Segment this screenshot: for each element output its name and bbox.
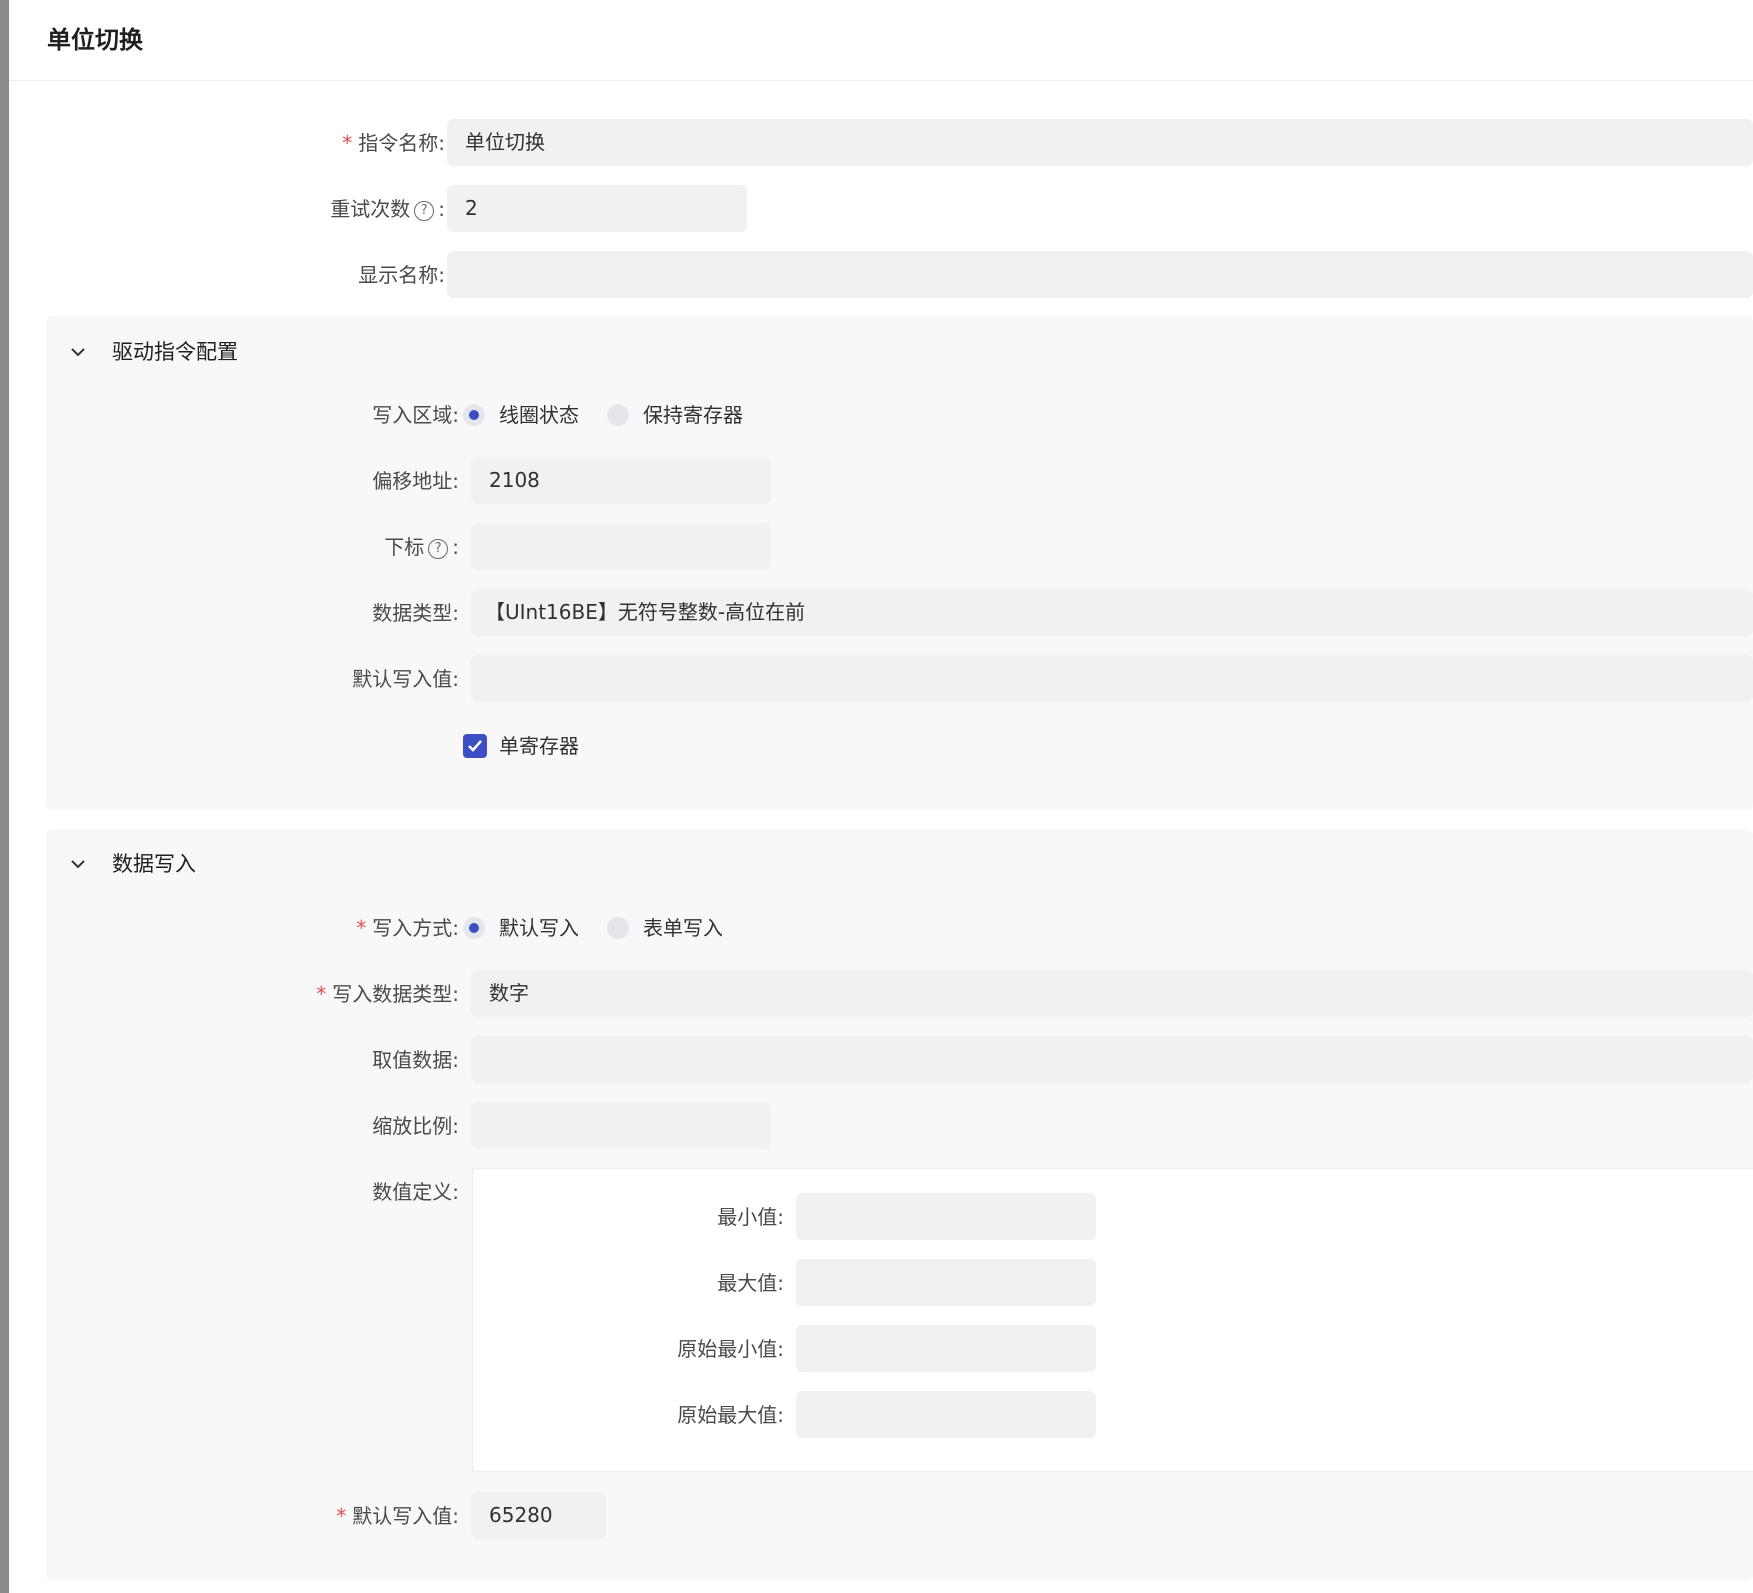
radio-unchecked-icon (607, 404, 629, 426)
scale-input[interactable] (471, 1102, 771, 1149)
radio-unchecked-icon (607, 917, 629, 939)
value-data-input[interactable] (471, 1036, 1753, 1083)
required-mark: * (336, 1504, 347, 1528)
single-register-label[interactable]: 单寄存器 (499, 722, 579, 770)
write-area-radio-group: 线圈状态 保持寄存器 (463, 391, 863, 439)
retry-count-label-text: 重试次数 (330, 197, 411, 221)
dialog: 单位切换 * 指令名称: 单位切换 重试次数?: 2 显示名称: 驱动指令配置 写… (9, 0, 1753, 1593)
instruction-name-label-text: 指令名称: (358, 131, 445, 155)
default-write-value-input-2[interactable]: 65280 (471, 1492, 606, 1539)
radio-checked-icon (463, 404, 485, 426)
write-mode-label-text: 写入方式: (372, 916, 459, 940)
radio-form-write-label: 表单写入 (643, 916, 723, 940)
default-write-value-label-2: * 默认写入值: (209, 1492, 459, 1540)
chevron-down-icon (71, 348, 85, 357)
overlay-edge (0, 0, 9, 1593)
min-value-label: 最小值: (717, 1205, 784, 1229)
default-write-value-input[interactable] (471, 655, 1753, 702)
question-circle-icon[interactable]: ? (414, 201, 435, 221)
default-write-value-label-text: 默认写入值: (352, 1504, 459, 1528)
data-type-select[interactable]: 【UInt16BE】无符号整数-高位在前 (471, 589, 1753, 636)
write-mode-label: * 写入方式: (209, 904, 459, 952)
dialog-title: 单位切换 (47, 26, 143, 54)
driver-config-title: 驱动指令配置 (112, 340, 238, 364)
single-register-checkbox[interactable] (463, 734, 487, 758)
max-value-label: 最大值: (717, 1271, 784, 1295)
raw-min-value-input[interactable] (796, 1325, 1096, 1372)
data-type-label: 数据类型: (372, 601, 459, 625)
instruction-name-input[interactable]: 单位切换 (447, 119, 1753, 166)
index-colon: : (452, 535, 459, 559)
raw-min-value-label: 原始最小值: (677, 1337, 784, 1361)
data-write-title: 数据写入 (112, 852, 196, 876)
radio-default-write-label: 默认写入 (499, 916, 579, 940)
display-name-label: 显示名称: (358, 263, 445, 287)
write-mode-radio-group: 默认写入 表单写入 (463, 904, 863, 952)
write-data-type-label: * 写入数据类型: (209, 970, 459, 1018)
offset-address-label: 偏移地址: (372, 469, 459, 493)
retry-count-label: 重试次数?: (209, 185, 445, 233)
required-mark: * (316, 982, 327, 1006)
retry-count-input[interactable]: 2 (447, 185, 747, 232)
write-data-type-select[interactable]: 数字 (471, 970, 1753, 1017)
index-label: 下标?: (209, 523, 459, 571)
write-area-label: 写入区域: (372, 403, 459, 427)
radio-coil-status-label: 线圈状态 (499, 403, 579, 427)
value-data-label: 取值数据: (372, 1048, 459, 1072)
required-mark: * (356, 916, 367, 940)
write-data-type-label-text: 写入数据类型: (332, 982, 459, 1006)
index-input[interactable] (471, 523, 771, 570)
required-mark: * (342, 131, 353, 155)
instruction-name-label: * 指令名称: (209, 119, 445, 167)
raw-max-value-label: 原始最大值: (677, 1403, 784, 1427)
scale-label: 缩放比例: (372, 1114, 459, 1138)
default-write-value-label: 默认写入值: (352, 667, 459, 691)
display-name-input[interactable] (447, 251, 1753, 298)
radio-holding-register-label: 保持寄存器 (643, 403, 743, 427)
value-definition-label: 数值定义: (372, 1180, 459, 1204)
radio-checked-icon (463, 917, 485, 939)
min-value-input[interactable] (796, 1193, 1096, 1240)
check-icon (468, 740, 482, 752)
retry-count-colon: : (438, 197, 445, 221)
dialog-header: 单位切换 (9, 0, 1753, 81)
offset-address-input[interactable]: 2108 (471, 457, 771, 504)
raw-max-value-input[interactable] (796, 1391, 1096, 1438)
max-value-input[interactable] (796, 1259, 1096, 1306)
question-circle-icon[interactable]: ? (428, 539, 449, 559)
index-label-text: 下标 (384, 535, 425, 559)
chevron-down-icon (71, 860, 85, 869)
